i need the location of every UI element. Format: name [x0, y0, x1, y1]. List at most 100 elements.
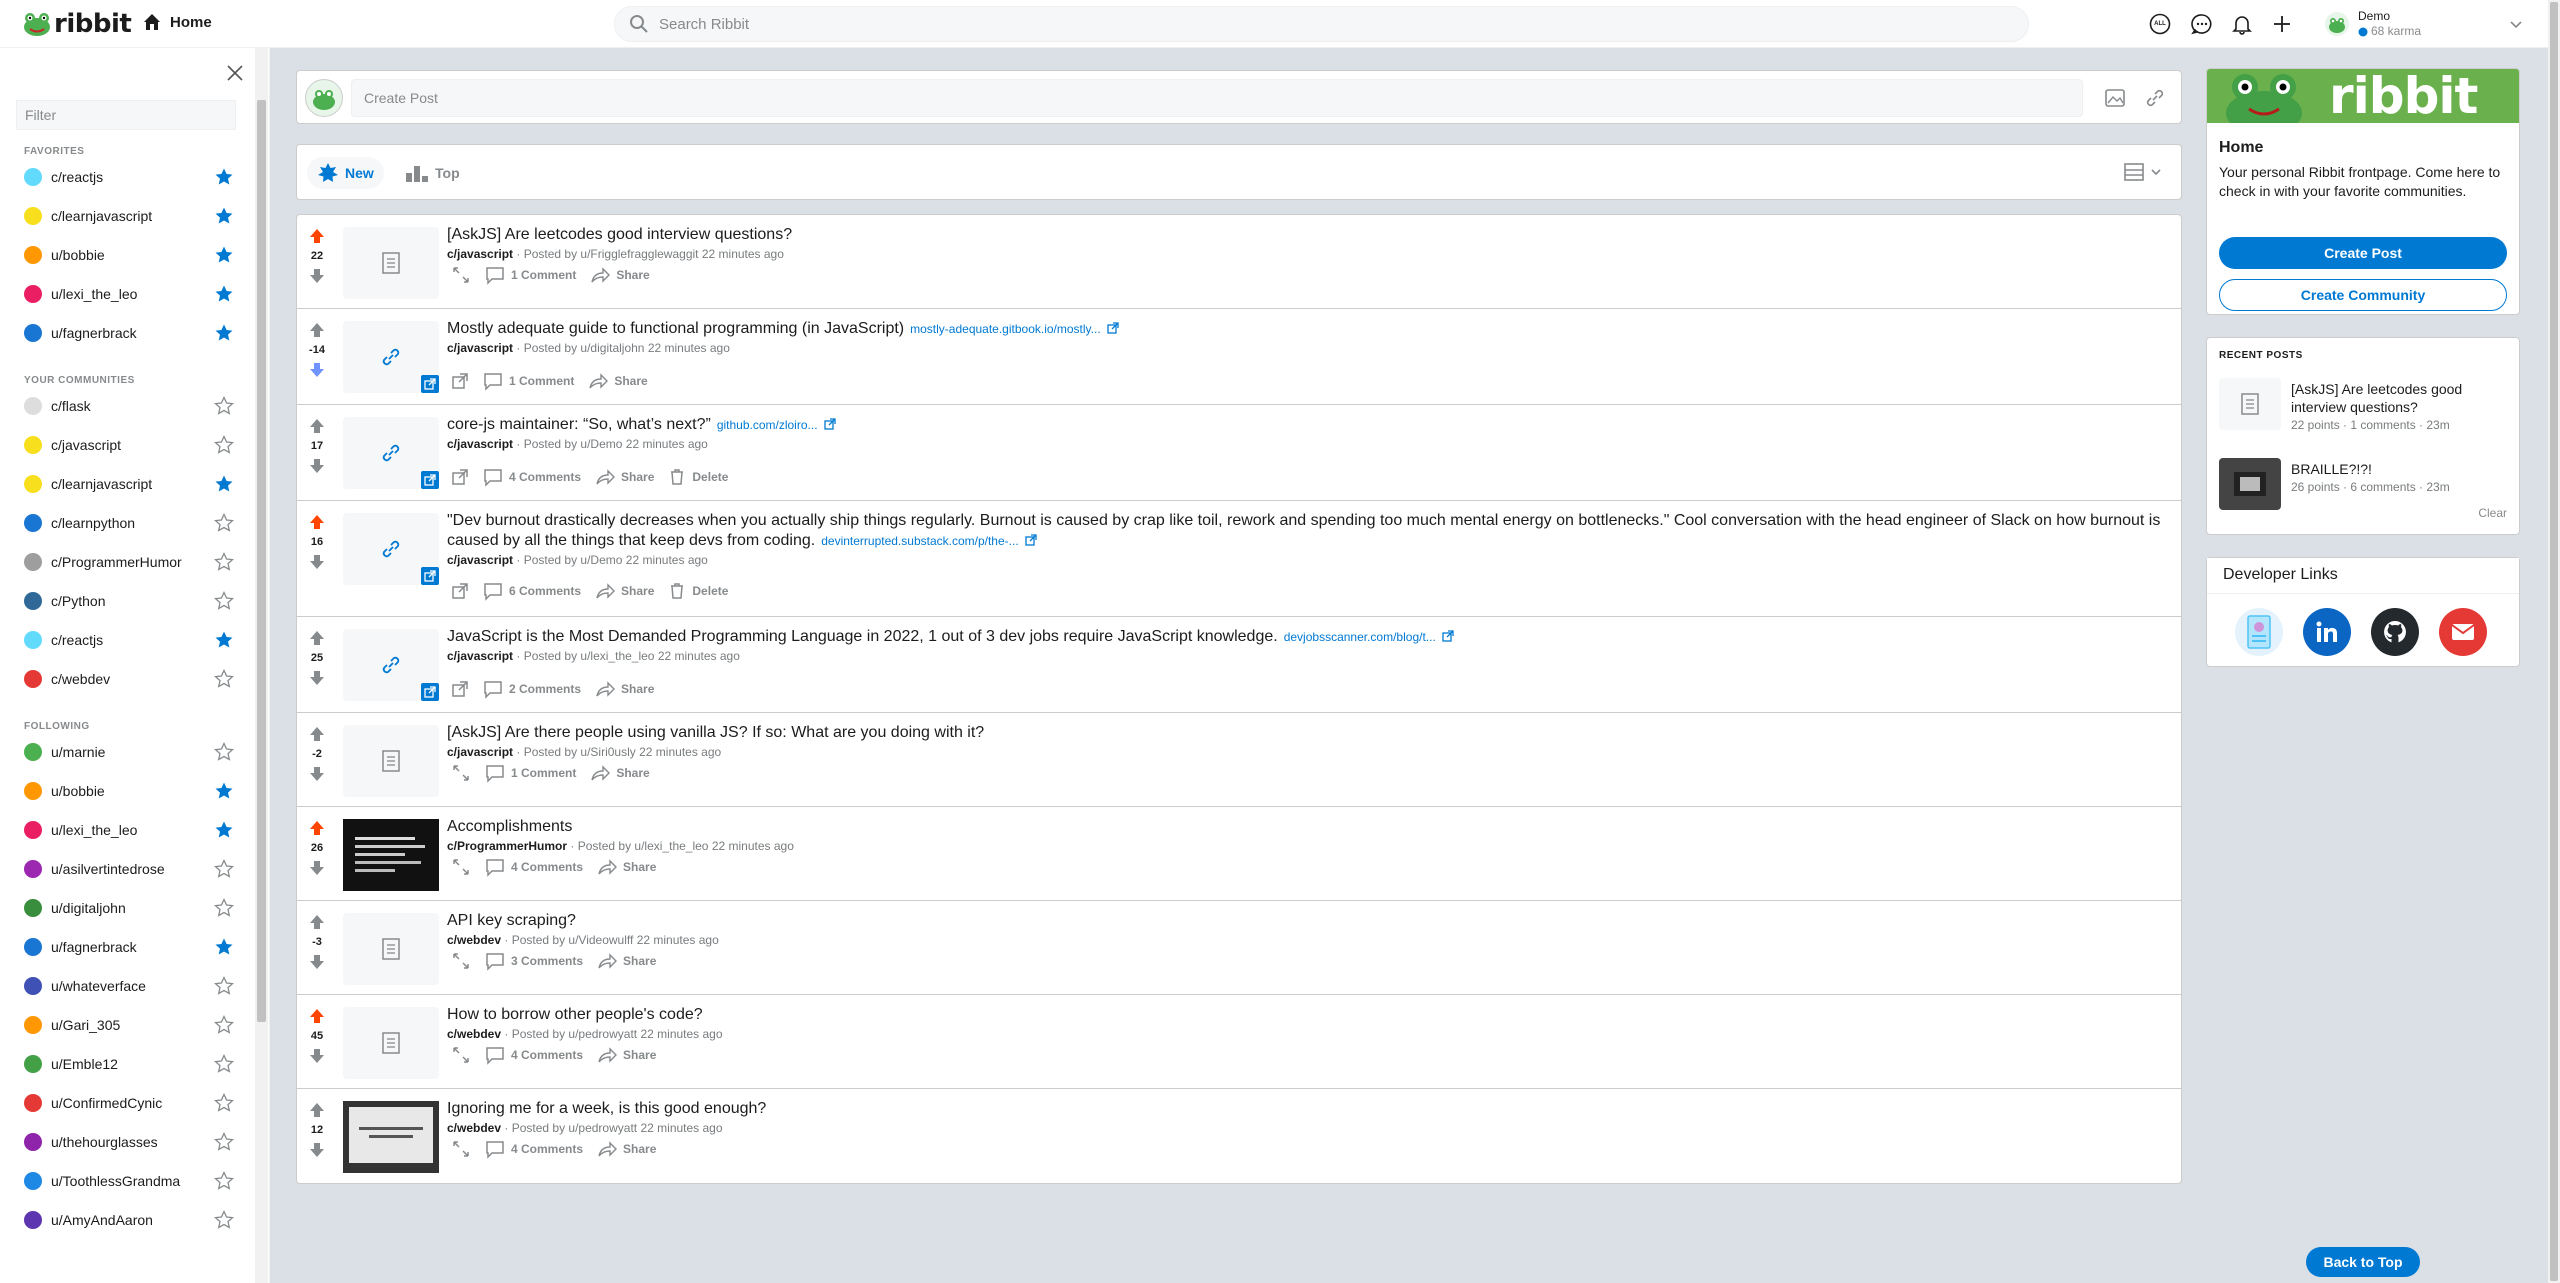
- star-outline-icon[interactable]: [214, 859, 234, 879]
- recent-post-item[interactable]: [AskJS] Are leetcodes good interview que…: [2219, 378, 2509, 434]
- star-outline-icon[interactable]: [214, 513, 234, 533]
- external-link-icon[interactable]: [1025, 534, 1037, 546]
- star-filled-icon[interactable]: [214, 820, 234, 840]
- sidebar-item[interactable]: u/thehourglasses: [24, 1127, 234, 1157]
- star-filled-icon[interactable]: [214, 323, 234, 343]
- open-link-icon[interactable]: [451, 372, 469, 390]
- create-post-button[interactable]: Create Post: [2219, 237, 2507, 269]
- post-domain-link[interactable]: devinterrupted.substack.com/p/the-...: [821, 534, 1018, 548]
- expand-button[interactable]: [451, 1139, 471, 1159]
- downvote-icon[interactable]: [308, 361, 326, 379]
- star-outline-icon[interactable]: [214, 898, 234, 918]
- expand-icon[interactable]: [451, 763, 471, 783]
- upvote-icon[interactable]: [308, 227, 326, 245]
- sidebar-item[interactable]: u/ToothlessGrandma: [24, 1166, 234, 1196]
- post-title[interactable]: Accomplishments: [447, 818, 572, 835]
- expand-button[interactable]: [451, 468, 469, 486]
- view-toggle[interactable]: [2123, 161, 2163, 183]
- post-card[interactable]: 22 [AskJS] Are leetcodes good interview q…: [297, 215, 2181, 309]
- github-link[interactable]: [2371, 608, 2419, 656]
- upvote-icon[interactable]: [308, 513, 326, 531]
- post-author[interactable]: Posted by u/pedrowyatt: [512, 1027, 637, 1041]
- star-outline-icon[interactable]: [214, 742, 234, 762]
- post-thumbnail[interactable]: [343, 321, 439, 393]
- expand-button[interactable]: [451, 857, 471, 877]
- expand-button[interactable]: [451, 951, 471, 971]
- post-community-link[interactable]: c/webdev: [447, 1121, 501, 1135]
- share-button[interactable]: Share: [597, 951, 656, 971]
- star-outline-icon[interactable]: [214, 396, 234, 416]
- share-button[interactable]: Share: [595, 679, 654, 699]
- share-button[interactable]: Share: [590, 763, 650, 783]
- sidebar-item[interactable]: u/AmyAndAaron: [24, 1205, 234, 1235]
- search-input[interactable]: [659, 15, 1959, 33]
- sidebar-item[interactable]: u/fagnerbrack: [24, 318, 234, 348]
- post-community-link[interactable]: c/javascript: [447, 341, 513, 355]
- post-community-link[interactable]: c/ProgrammerHumor: [447, 839, 567, 853]
- post-thumbnail[interactable]: [343, 513, 439, 585]
- downvote-icon[interactable]: [308, 953, 326, 971]
- star-filled-icon[interactable]: [214, 245, 234, 265]
- expand-button[interactable]: [451, 680, 469, 698]
- post-community-link[interactable]: c/javascript: [447, 553, 513, 567]
- page-scrollbar-thumb[interactable]: [2550, 2, 2558, 1281]
- star-outline-icon[interactable]: [214, 1015, 234, 1035]
- expand-icon[interactable]: [451, 1045, 471, 1065]
- post-thumbnail[interactable]: [343, 1101, 439, 1173]
- post-card[interactable]: 25 JavaScript is the Most Demanded Progra…: [297, 617, 2181, 713]
- post-card[interactable]: 45 How to borrow other people's code? c/we…: [297, 995, 2181, 1089]
- star-outline-icon[interactable]: [214, 1093, 234, 1113]
- downvote-icon[interactable]: [308, 267, 326, 285]
- upvote-icon[interactable]: [308, 417, 326, 435]
- all-button[interactable]: ALL: [2148, 12, 2172, 36]
- sidebar-item[interactable]: u/digitaljohn: [24, 893, 234, 923]
- post-author[interactable]: Posted by u/lexi_the_leo: [524, 649, 655, 663]
- upvote-icon[interactable]: [308, 819, 326, 837]
- tab-new[interactable]: New: [307, 157, 384, 189]
- expand-button[interactable]: [451, 372, 469, 390]
- upvote-icon[interactable]: [308, 913, 326, 931]
- expand-icon[interactable]: [451, 857, 471, 877]
- share-button[interactable]: Share: [588, 371, 648, 391]
- post-author[interactable]: Posted by u/Demo: [524, 553, 623, 567]
- post-domain-link[interactable]: devjobsscanner.com/blog/t...: [1284, 630, 1436, 644]
- create-community-button[interactable]: Create Community: [2219, 279, 2507, 311]
- share-button[interactable]: Share: [597, 857, 656, 877]
- expand-button[interactable]: [451, 1045, 471, 1065]
- create-button[interactable]: [2270, 12, 2294, 36]
- star-filled-icon[interactable]: [214, 474, 234, 494]
- sidebar-item[interactable]: u/Emble12: [24, 1049, 234, 1079]
- sidebar-item[interactable]: c/reactjs: [24, 625, 234, 655]
- star-filled-icon[interactable]: [214, 630, 234, 650]
- sidebar-item[interactable]: u/Gari_305: [24, 1010, 234, 1040]
- filter-input[interactable]: [16, 100, 236, 130]
- expand-button[interactable]: [451, 763, 471, 783]
- star-filled-icon[interactable]: [214, 937, 234, 957]
- email-link[interactable]: [2439, 608, 2487, 656]
- downvote-icon[interactable]: [308, 765, 326, 783]
- sidebar-item[interactable]: u/lexi_the_leo: [24, 815, 234, 845]
- open-link-icon[interactable]: [451, 468, 469, 486]
- home-nav-link[interactable]: Home: [142, 12, 212, 32]
- sidebar-item[interactable]: c/learnjavascript: [24, 201, 234, 231]
- downvote-icon[interactable]: [308, 457, 326, 475]
- star-outline-icon[interactable]: [214, 669, 234, 689]
- star-outline-icon[interactable]: [214, 552, 234, 572]
- back-to-top-button[interactable]: Back to Top: [2306, 1247, 2420, 1277]
- post-title[interactable]: API key scraping?: [447, 912, 576, 929]
- star-outline-icon[interactable]: [214, 1210, 234, 1230]
- star-outline-icon[interactable]: [214, 1171, 234, 1191]
- comments-button[interactable]: 1 Comment: [485, 265, 576, 285]
- post-domain-link[interactable]: github.com/zloiro...: [717, 418, 818, 432]
- downvote-icon[interactable]: [308, 553, 326, 571]
- external-link-icon[interactable]: [1442, 630, 1454, 642]
- post-card[interactable]: 16 "Dev burnout drastically decreases whe…: [297, 501, 2181, 617]
- chat-button[interactable]: [2190, 12, 2214, 36]
- sidebar-scrollbar-thumb[interactable]: [257, 100, 266, 1022]
- post-title[interactable]: [AskJS] Are leetcodes good interview que…: [447, 226, 792, 243]
- comments-button[interactable]: 1 Comment: [483, 371, 574, 391]
- post-title[interactable]: JavaScript is the Most Demanded Programm…: [447, 628, 1278, 645]
- image-icon[interactable]: [2103, 86, 2127, 110]
- post-thumbnail[interactable]: [343, 227, 439, 299]
- expand-icon[interactable]: [451, 1139, 471, 1159]
